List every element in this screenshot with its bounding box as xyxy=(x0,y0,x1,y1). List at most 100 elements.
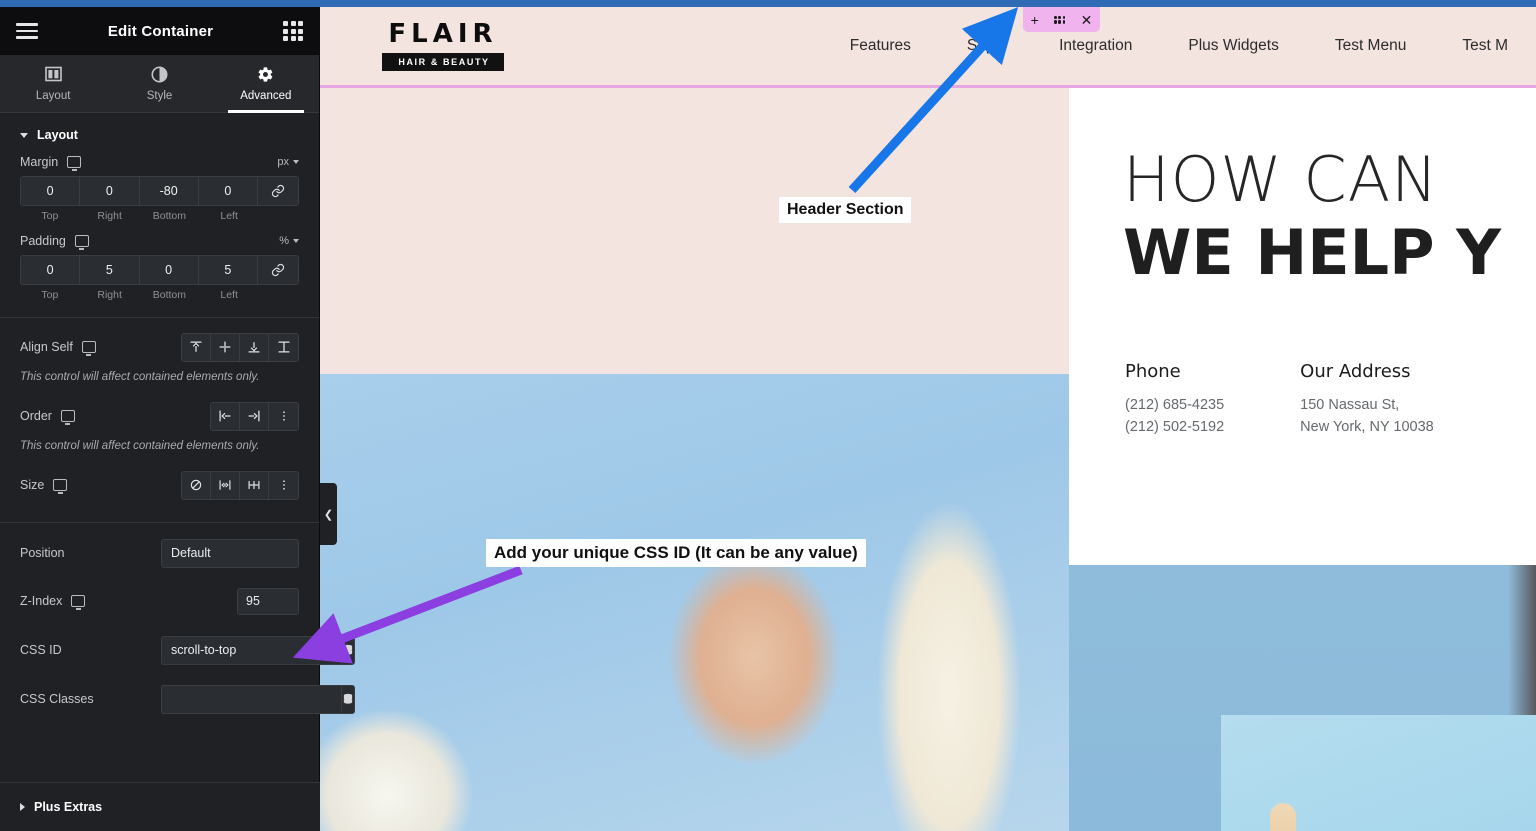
align-end-icon[interactable] xyxy=(240,333,269,361)
panel-collapse-toggle[interactable]: ❮ xyxy=(320,483,337,545)
align-self-options[interactable] xyxy=(181,332,299,362)
css-id-field-wrap[interactable] xyxy=(161,635,355,665)
nav-item-integration[interactable]: Integration xyxy=(1031,37,1160,55)
padding-control[interactable]: Padding % Top Right Bottom xyxy=(0,234,319,301)
grow-icon[interactable] xyxy=(211,471,240,499)
margin-label-right: Right xyxy=(97,210,122,222)
padding-bottom-input[interactable] xyxy=(139,256,198,284)
margin-left-input[interactable] xyxy=(198,177,257,205)
size-options[interactable] xyxy=(181,470,299,500)
database-icon[interactable] xyxy=(341,684,355,714)
screen: + ✕ FLAIR HAIR & BEAUTY Features Supp In… xyxy=(0,0,1536,831)
elementor-editor-panel[interactable]: Edit Container Layout Style Advanced Lay… xyxy=(0,0,355,831)
none-slash-icon[interactable] xyxy=(182,471,211,499)
nav-item-support[interactable]: Supp xyxy=(939,37,1031,55)
chevron-right-icon xyxy=(20,803,25,811)
section-plus-extras-header[interactable]: Plus Extras xyxy=(0,783,320,831)
order-end-icon[interactable] xyxy=(240,402,269,430)
order-label: Order xyxy=(20,409,52,423)
sky-image-inner xyxy=(1221,715,1536,831)
margin-control[interactable]: Margin px Top Right Bottom xyxy=(0,155,319,222)
browser-top-strip xyxy=(0,0,1536,7)
nav-item-test-menu-2[interactable]: Test M xyxy=(1434,37,1536,55)
tab-advanced[interactable]: Advanced xyxy=(213,55,319,113)
margin-unit-selector[interactable]: px xyxy=(277,156,299,168)
margin-right-input[interactable] xyxy=(80,177,139,205)
site-nav[interactable]: Features Supp Integration Plus Widgets T… xyxy=(504,37,1536,55)
margin-label-left: Left xyxy=(220,210,238,222)
tab-layout[interactable]: Layout xyxy=(0,55,106,112)
contact-info: Phone (212) 685-4235 (212) 502-5192 Our … xyxy=(1069,287,1536,439)
order-control[interactable]: Order xyxy=(0,399,319,433)
margin-top-input[interactable] xyxy=(21,177,80,205)
z-index-control[interactable]: Z-Index xyxy=(0,584,319,618)
padding-right-input[interactable] xyxy=(80,256,139,284)
size-control[interactable]: Size xyxy=(0,468,319,502)
align-start-icon[interactable] xyxy=(182,333,211,361)
css-id-input[interactable] xyxy=(161,635,341,665)
padding-label-row: Padding % xyxy=(20,234,299,250)
order-options[interactable] xyxy=(210,401,299,431)
padding-link-chain-icon[interactable] xyxy=(258,256,298,284)
panel-tabs[interactable]: Layout Style Advanced xyxy=(0,55,319,113)
more-vertical-icon[interactable] xyxy=(269,471,298,499)
margin-inputs[interactable] xyxy=(20,176,299,206)
desktop-device-icon[interactable] xyxy=(60,410,75,425)
annotation-css-id: Add your unique CSS ID (It can be any va… xyxy=(486,539,866,567)
size-label-wrap: Size xyxy=(20,478,68,494)
grid-apps-icon[interactable] xyxy=(283,21,303,41)
z-index-input[interactable] xyxy=(237,587,299,615)
position-select[interactable]: Default xyxy=(161,538,299,568)
tab-layout-label: Layout xyxy=(35,90,71,102)
site-preview-canvas[interactable]: + ✕ FLAIR HAIR & BEAUTY Features Supp In… xyxy=(320,7,1536,831)
more-vertical-icon[interactable] xyxy=(269,402,298,430)
plus-icon[interactable]: + xyxy=(1031,13,1039,27)
shrink-icon[interactable] xyxy=(240,471,269,499)
contact-address-values: 150 Nassau St, New York, NY 10038 xyxy=(1300,396,1434,436)
align-center-icon[interactable] xyxy=(211,333,240,361)
margin-bottom-input[interactable] xyxy=(139,177,198,205)
padding-label-top: Top xyxy=(41,289,59,301)
logo-tagline: HAIR & BEAUTY xyxy=(382,53,504,71)
size-label: Size xyxy=(20,478,45,492)
nav-item-features[interactable]: Features xyxy=(822,37,939,55)
nav-item-plus-widgets[interactable]: Plus Widgets xyxy=(1160,37,1306,55)
annotation-header-section: Header Section xyxy=(779,197,912,223)
section-layout-header[interactable]: Layout xyxy=(0,113,319,155)
desktop-device-icon[interactable] xyxy=(53,479,68,494)
drag-dots-icon[interactable] xyxy=(1054,15,1066,24)
section-layout-title: Layout xyxy=(37,128,78,142)
site-logo[interactable]: FLAIR HAIR & BEAUTY xyxy=(382,21,504,71)
align-self-hint: This control will affect contained eleme… xyxy=(20,371,260,383)
headline-line-2: WE HELP Y xyxy=(1123,215,1501,289)
padding-top-input[interactable] xyxy=(21,256,80,284)
database-icon[interactable] xyxy=(341,635,355,665)
site-header-section[interactable]: + ✕ FLAIR HAIR & BEAUTY Features Supp In… xyxy=(320,7,1536,88)
css-id-control[interactable]: CSS ID xyxy=(0,633,355,667)
close-x-icon[interactable]: ✕ xyxy=(1081,13,1093,27)
padding-label-bottom: Bottom xyxy=(152,289,186,301)
hamburger-icon[interactable] xyxy=(16,23,38,39)
padding-left-input[interactable] xyxy=(198,256,257,284)
order-start-icon[interactable] xyxy=(211,402,240,430)
desktop-device-icon[interactable] xyxy=(67,156,82,171)
css-classes-field-wrap[interactable] xyxy=(161,684,355,714)
nav-item-test-menu[interactable]: Test Menu xyxy=(1307,37,1435,55)
margin-link-chain-icon[interactable] xyxy=(258,177,298,205)
css-classes-control[interactable]: CSS Classes xyxy=(0,682,355,716)
padding-label-right: Right xyxy=(97,289,122,301)
desktop-device-icon[interactable] xyxy=(81,341,96,356)
desktop-device-icon[interactable] xyxy=(74,235,89,250)
css-classes-input[interactable] xyxy=(161,684,341,714)
position-control[interactable]: Position Default xyxy=(0,536,319,570)
container-handle-toolbar[interactable]: + ✕ xyxy=(1023,7,1100,32)
padding-unit-selector[interactable]: % xyxy=(279,235,299,247)
padding-label: Padding xyxy=(20,234,66,248)
tab-style[interactable]: Style xyxy=(106,55,212,112)
padding-inputs[interactable] xyxy=(20,255,299,285)
section-plus-extras-title: Plus Extras xyxy=(34,800,103,814)
order-hint: This control will affect contained eleme… xyxy=(20,440,260,452)
align-stretch-icon[interactable] xyxy=(269,333,298,361)
align-self-control[interactable]: Align Self xyxy=(0,330,319,364)
desktop-device-icon[interactable] xyxy=(71,595,86,610)
